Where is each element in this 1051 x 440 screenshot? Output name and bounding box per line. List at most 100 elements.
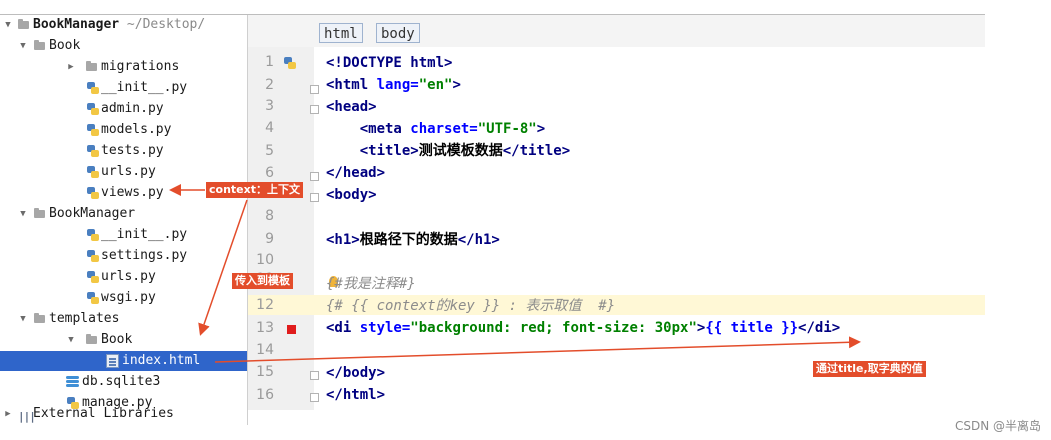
line-number: 9 bbox=[265, 231, 274, 247]
fold-marker-icon[interactable] bbox=[310, 105, 319, 114]
tree-item-label: index.html bbox=[122, 353, 201, 368]
tree-item-bookmanager-pkg[interactable]: ▼ BookManager bbox=[0, 204, 247, 224]
tree-item-label: urls.py bbox=[101, 164, 156, 179]
line-number: 8 bbox=[265, 208, 274, 224]
tree-item-pkg-init[interactable]: __init__.py bbox=[0, 225, 247, 245]
tree-item-bookmanager-root[interactable]: ▼ BookManager ~/Desktop/ bbox=[0, 15, 247, 35]
tree-item-tests[interactable]: tests.py bbox=[0, 141, 247, 161]
code-token: </di> bbox=[798, 320, 841, 336]
tree-item-label: BookManager bbox=[33, 17, 120, 32]
chevron-down-icon[interactable]: ▼ bbox=[3, 15, 13, 35]
tree-item-book-init[interactable]: __init__.py bbox=[0, 78, 247, 98]
chevron-down-icon[interactable]: ▼ bbox=[18, 36, 28, 56]
breadcrumb-item-body[interactable]: body bbox=[376, 23, 420, 43]
fold-marker-icon[interactable] bbox=[310, 85, 319, 94]
code-token: <head> bbox=[326, 99, 377, 115]
line-number: 6 bbox=[265, 165, 274, 181]
code-token: lang= bbox=[376, 77, 419, 93]
annotation-via-title: 通过title,取字典的值 bbox=[813, 361, 926, 377]
code-token: <!DOCTYPE html> bbox=[326, 55, 453, 71]
chevron-down-icon[interactable]: ▼ bbox=[18, 204, 28, 224]
tree-item-path: ~/Desktop/ bbox=[119, 17, 206, 32]
folder-icon bbox=[18, 19, 29, 29]
code-line-3: <head> bbox=[326, 97, 377, 117]
watermark: CSDN @半离岛 bbox=[954, 419, 1041, 433]
project-tree: ▼ BookManager ~/Desktop/ ▼ Book ▶ migrat… bbox=[0, 15, 248, 425]
code-token: "UTF-8" bbox=[477, 121, 537, 137]
fold-marker-icon[interactable] bbox=[310, 172, 319, 181]
fold-marker-icon[interactable] bbox=[310, 371, 319, 380]
code-token: <di bbox=[326, 320, 360, 336]
code-editor[interactable] bbox=[314, 47, 985, 410]
line-number: 16 bbox=[256, 387, 274, 403]
code-token: <body> bbox=[326, 187, 377, 203]
tree-item-label: views.py bbox=[101, 185, 164, 200]
line-number: 15 bbox=[256, 364, 274, 380]
tree-item-external-libraries[interactable]: ▶ ||| External Libraries bbox=[0, 403, 247, 425]
line-number: 10 bbox=[256, 252, 274, 268]
breakpoint-icon[interactable] bbox=[287, 325, 296, 334]
code-token: <meta bbox=[326, 121, 411, 137]
tree-item-admin[interactable]: admin.py bbox=[0, 99, 247, 119]
code-token: <html bbox=[326, 77, 377, 93]
tree-item-migrations[interactable]: ▶ migrations bbox=[0, 57, 247, 77]
code-token: </body> bbox=[326, 365, 386, 381]
tree-item-wsgi[interactable]: wsgi.py bbox=[0, 288, 247, 308]
annotation-context: context：上下文 bbox=[206, 182, 303, 198]
code-line-6: </head> bbox=[326, 163, 385, 183]
tree-item-db[interactable]: db.sqlite3 bbox=[0, 372, 247, 392]
folder-icon bbox=[34, 313, 45, 323]
tree-item-book[interactable]: ▼ Book bbox=[0, 36, 247, 56]
code-token: {#我是注释#} bbox=[326, 276, 416, 292]
tree-item-label: db.sqlite3 bbox=[82, 374, 161, 389]
window-top-strip bbox=[0, 0, 985, 14]
breadcrumb-item-html[interactable]: html bbox=[319, 23, 363, 43]
code-token: </html> bbox=[326, 387, 386, 403]
line-number: 5 bbox=[265, 143, 274, 159]
tree-item-templates[interactable]: ▼ templates bbox=[0, 309, 247, 329]
tree-item-label: BookManager bbox=[49, 206, 136, 221]
tree-item-label: Book bbox=[101, 332, 133, 347]
tree-item-book-urls[interactable]: urls.py bbox=[0, 162, 247, 182]
chevron-right-icon[interactable]: ▶ bbox=[3, 404, 13, 424]
code-line-1: <!DOCTYPE html> bbox=[326, 53, 452, 73]
tree-item-label: External Libraries bbox=[33, 406, 174, 421]
python-file-icon bbox=[86, 249, 100, 263]
python-file-icon bbox=[86, 186, 100, 200]
folder-icon bbox=[86, 334, 97, 344]
code-token: 测试模板数据 bbox=[418, 143, 503, 159]
python-file-icon bbox=[86, 144, 100, 158]
tree-item-templates-book[interactable]: ▼ Book bbox=[0, 330, 247, 350]
tree-item-index-html[interactable]: index.html bbox=[0, 351, 247, 371]
python-file-icon bbox=[86, 291, 100, 305]
line-number: 3 bbox=[265, 98, 274, 114]
python-file-icon bbox=[86, 228, 100, 242]
folder-icon bbox=[34, 208, 45, 218]
code-line-12: {# {{ context的key }} : 表示取值 #} bbox=[326, 296, 615, 316]
tree-item-label: models.py bbox=[101, 122, 172, 137]
html-file-icon bbox=[106, 354, 119, 368]
tree-item-label: settings.py bbox=[101, 248, 188, 263]
chevron-down-icon[interactable]: ▼ bbox=[18, 309, 28, 329]
folder-icon bbox=[86, 61, 97, 71]
tree-item-label: urls.py bbox=[101, 269, 156, 284]
chevron-down-icon[interactable]: ▼ bbox=[66, 330, 76, 350]
tree-item-label: Book bbox=[49, 38, 81, 53]
fold-marker-icon[interactable] bbox=[310, 193, 319, 202]
fold-marker-icon[interactable] bbox=[310, 393, 319, 402]
python-file-icon bbox=[86, 123, 100, 137]
code-token: </head> bbox=[326, 165, 386, 181]
database-icon bbox=[66, 375, 79, 389]
code-line-16: </html> bbox=[326, 385, 385, 405]
code-line-9: <h1>根路径下的数据</h1> bbox=[326, 230, 500, 250]
code-token: > bbox=[536, 121, 546, 137]
python-file-icon bbox=[86, 102, 100, 116]
chevron-right-icon[interactable]: ▶ bbox=[66, 57, 76, 77]
line-number: 2 bbox=[265, 77, 274, 93]
tree-item-pkg-urls[interactable]: urls.py bbox=[0, 267, 247, 287]
code-token: "en" bbox=[418, 77, 453, 93]
code-line-7: <body> bbox=[326, 185, 377, 205]
tree-item-settings[interactable]: settings.py bbox=[0, 246, 247, 266]
tree-item-label: wsgi.py bbox=[101, 290, 156, 305]
tree-item-models[interactable]: models.py bbox=[0, 120, 247, 140]
